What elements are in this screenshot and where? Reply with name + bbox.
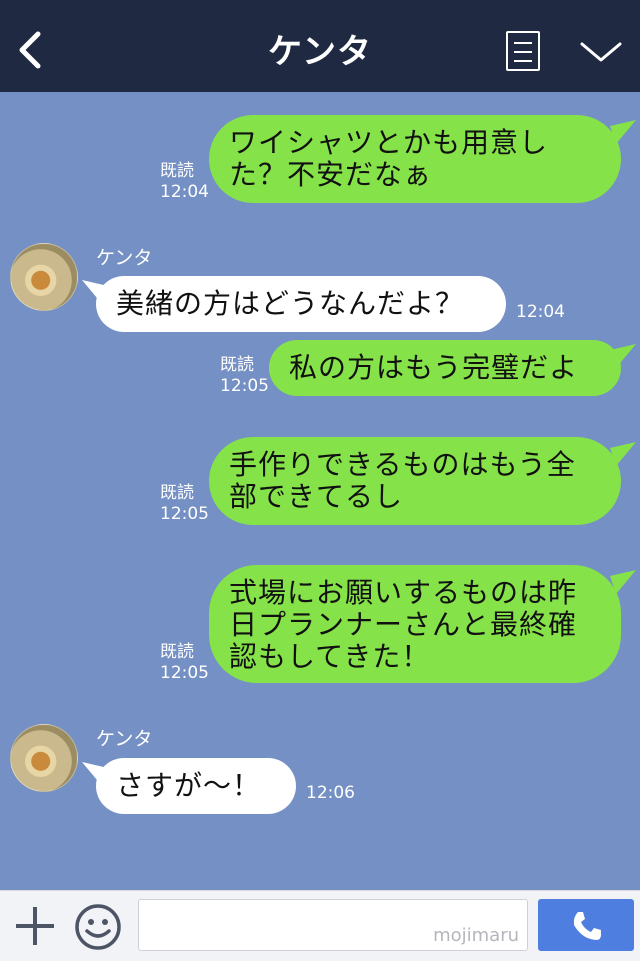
plus-icon[interactable] bbox=[14, 905, 56, 947]
message-meta: 既読 12:04 bbox=[160, 161, 209, 203]
bubble-tail bbox=[610, 344, 636, 368]
chat-header: ケンタ bbox=[0, 0, 640, 92]
input-bar: mojimaru bbox=[0, 890, 640, 961]
message-meta: 既読 12:05 bbox=[160, 483, 209, 525]
message-time: 12:04 bbox=[516, 302, 565, 322]
note-icon[interactable] bbox=[506, 31, 540, 71]
smiley-icon[interactable] bbox=[74, 903, 122, 951]
chat-title: ケンタ bbox=[268, 32, 372, 72]
avatar[interactable] bbox=[10, 243, 78, 311]
call-button[interactable] bbox=[538, 899, 634, 951]
read-receipt: 既読 bbox=[160, 642, 194, 662]
message-text: ワイシャツとかも用意した？不安だなぁ bbox=[229, 126, 549, 191]
their-message-bubble[interactable]: さすが〜！ bbox=[96, 758, 296, 814]
message-time: 12:05 bbox=[160, 663, 209, 683]
my-message-bubble[interactable]: 私の方はもう完璧だよ bbox=[269, 340, 621, 396]
bubble-tail bbox=[610, 442, 636, 466]
read-receipt: 既読 bbox=[160, 161, 194, 181]
sender-name: ケンタ bbox=[96, 728, 153, 750]
message-text: さすが〜！ bbox=[116, 769, 262, 802]
message-time: 12:05 bbox=[160, 504, 209, 524]
message-input[interactable]: mojimaru bbox=[138, 899, 528, 951]
my-message-bubble[interactable]: 手作りできるものはもう全部できてるし bbox=[209, 437, 621, 525]
bubble-tail bbox=[610, 120, 636, 144]
read-receipt: 既読 bbox=[160, 483, 194, 503]
bubble-tail bbox=[82, 762, 108, 786]
message-text: 私の方はもう完璧だよ bbox=[289, 351, 579, 384]
message-text: 美緒の方はどうなんだよ？ bbox=[116, 287, 465, 320]
message-text: 手作りできるものはもう全部できてるし bbox=[229, 448, 576, 513]
sender-name: ケンタ bbox=[96, 247, 153, 269]
watermark: mojimaru bbox=[433, 925, 519, 946]
bubble-tail bbox=[610, 570, 636, 594]
message-time: 12:05 bbox=[220, 376, 269, 396]
my-message-bubble[interactable]: 式場にお願いするものは昨日プランナーさんと最終確認もしてきた！ bbox=[209, 565, 621, 683]
message-meta: 既読 12:05 bbox=[220, 355, 269, 397]
phone-icon bbox=[573, 912, 601, 940]
my-message-bubble[interactable]: ワイシャツとかも用意した？不安だなぁ bbox=[209, 115, 621, 203]
bubble-tail bbox=[82, 280, 108, 304]
message-time: 12:04 bbox=[160, 182, 209, 202]
read-receipt: 既読 bbox=[220, 355, 254, 375]
avatar[interactable] bbox=[10, 724, 78, 792]
chevron-down-icon[interactable] bbox=[578, 36, 624, 66]
message-list[interactable]: 既読 12:04 ワイシャツとかも用意した？不安だなぁ ケンタ 美緒の方はどうな… bbox=[0, 92, 640, 890]
message-time: 12:06 bbox=[306, 783, 355, 803]
their-message-bubble[interactable]: 美緒の方はどうなんだよ？ bbox=[96, 276, 506, 332]
message-meta: 既読 12:05 bbox=[160, 642, 209, 684]
message-text: 式場にお願いするものは昨日プランナーさんと最終確認もしてきた！ bbox=[229, 576, 578, 673]
